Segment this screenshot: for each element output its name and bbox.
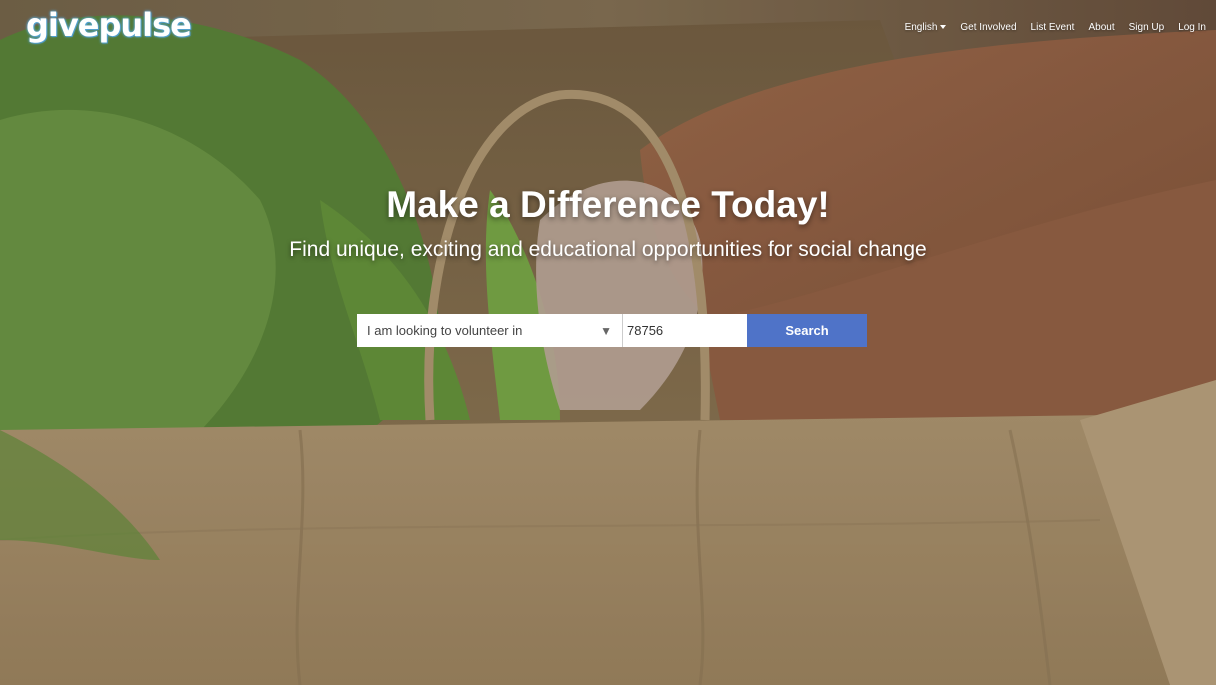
dropdown-arrow-icon: ▼ xyxy=(600,323,612,338)
nav-sign-up[interactable]: Sign Up xyxy=(1129,22,1165,33)
category-select[interactable]: I am looking to volunteer in ▼ xyxy=(357,314,623,347)
search-button[interactable]: Search xyxy=(747,314,867,347)
caret-down-icon xyxy=(940,25,947,30)
nav-list-event[interactable]: List Event xyxy=(1031,22,1075,33)
language-dropdown[interactable]: English xyxy=(905,22,947,33)
top-nav: English Get Involved List Event About Si… xyxy=(905,22,1206,33)
hero-subheadline: Find unique, exciting and educational op… xyxy=(289,238,927,261)
hero-headline: Make a Difference Today! xyxy=(386,184,830,225)
zip-input[interactable] xyxy=(623,314,747,347)
givepulse-logo[interactable]: givepulse xyxy=(26,6,192,44)
category-select-value: I am looking to volunteer in xyxy=(367,323,523,338)
hero-section: givepulse English Get Involved List Even… xyxy=(0,0,1216,685)
nav-about[interactable]: About xyxy=(1088,22,1114,33)
language-label: English xyxy=(904,22,938,33)
nav-log-in[interactable]: Log In xyxy=(1178,22,1206,33)
nav-get-involved[interactable]: Get Involved xyxy=(960,22,1016,33)
search-bar: I am looking to volunteer in ▼ Search xyxy=(357,314,867,347)
